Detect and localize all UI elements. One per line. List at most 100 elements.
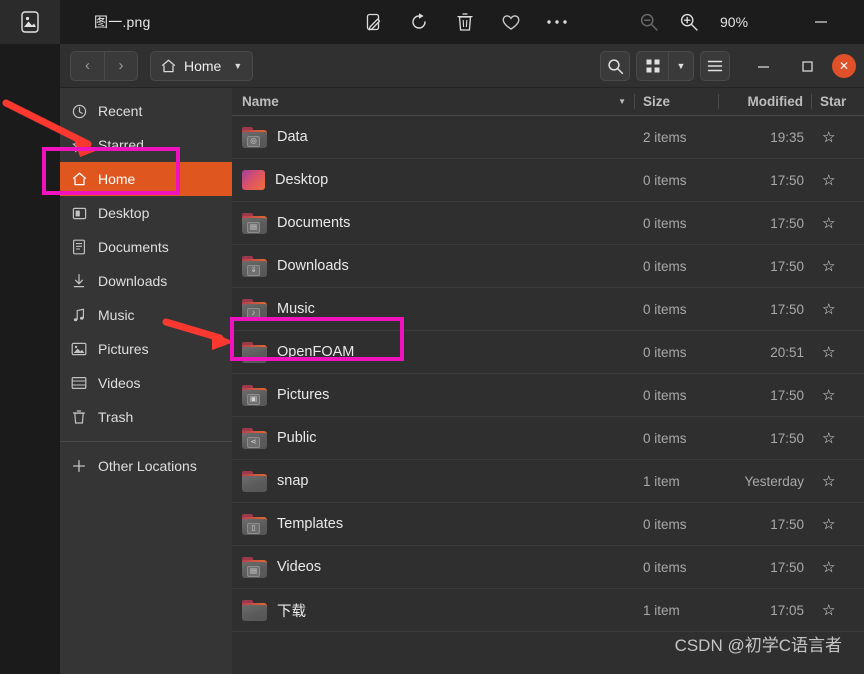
- file-name-label: snap: [277, 473, 308, 489]
- zoom-out-icon[interactable]: [636, 9, 662, 35]
- table-row[interactable]: ▣Pictures0 items17:50☆: [232, 374, 864, 417]
- table-row[interactable]: ◎Data2 items19:35☆: [232, 116, 864, 159]
- home-icon: [161, 59, 176, 73]
- grid-view-icon: [646, 59, 660, 73]
- file-size-cell: 0 items: [635, 173, 719, 188]
- sidebar-item-downloads[interactable]: Downloads: [60, 264, 232, 298]
- sidebar-item-trash[interactable]: Trash: [60, 400, 232, 434]
- column-header-modified[interactable]: Modified: [719, 94, 812, 109]
- file-name-label: 下载: [277, 600, 306, 621]
- file-star-toggle[interactable]: ☆: [812, 214, 864, 232]
- search-button[interactable]: [600, 51, 630, 81]
- image-viewer-title: 图一.png: [94, 12, 150, 32]
- sidebar-item-recent[interactable]: Recent: [60, 94, 232, 128]
- folder-documents-icon: ▤: [242, 213, 267, 234]
- image-viewer-icon: [20, 11, 40, 33]
- file-size-cell: 0 items: [635, 560, 719, 575]
- file-star-toggle[interactable]: ☆: [812, 171, 864, 189]
- headerbar-right-controls: ▼ ✕: [600, 44, 856, 88]
- file-star-toggle[interactable]: ☆: [812, 257, 864, 275]
- back-button[interactable]: ‹: [70, 51, 104, 81]
- fm-minimize-button[interactable]: [750, 53, 776, 79]
- fm-close-button[interactable]: ✕: [832, 54, 856, 78]
- sidebar-item-other-locations[interactable]: Other Locations: [60, 449, 232, 483]
- file-star-toggle[interactable]: ☆: [812, 558, 864, 576]
- table-row[interactable]: ⇓Downloads0 items17:50☆: [232, 245, 864, 288]
- file-star-toggle[interactable]: ☆: [812, 128, 864, 146]
- table-row[interactable]: OpenFOAM0 items20:51☆: [232, 331, 864, 374]
- column-header-name[interactable]: Name ▼: [232, 94, 635, 109]
- sidebar-item-label: Other Locations: [98, 458, 197, 474]
- file-modified-cell: 17:50: [719, 216, 812, 231]
- folder-music-icon: ♪: [242, 299, 267, 320]
- table-row[interactable]: ♪Music0 items17:50☆: [232, 288, 864, 331]
- forward-button[interactable]: ›: [104, 51, 138, 81]
- table-row[interactable]: ▤Documents0 items17:50☆: [232, 202, 864, 245]
- sort-descending-icon: ▼: [618, 97, 626, 106]
- file-modified-cell: 20:51: [719, 345, 812, 360]
- file-star-toggle[interactable]: ☆: [812, 472, 864, 490]
- sidebar-item-videos[interactable]: Videos: [60, 366, 232, 400]
- watermark-text: CSDN @初学C语言者: [675, 631, 842, 656]
- file-name-cell: ♪Music: [232, 299, 635, 320]
- table-row[interactable]: ▤Videos0 items17:50☆: [232, 546, 864, 589]
- file-name-cell: ▤Videos: [232, 557, 635, 578]
- column-header-size[interactable]: Size: [635, 94, 719, 109]
- sidebar-item-desktop[interactable]: Desktop: [60, 196, 232, 230]
- file-star-toggle[interactable]: ☆: [812, 429, 864, 447]
- music-icon: [70, 308, 88, 323]
- file-modified-cell: 17:50: [719, 173, 812, 188]
- search-icon: [607, 58, 624, 75]
- fm-maximize-button[interactable]: [794, 53, 820, 79]
- file-manager-headerbar: ‹ › Home ▼: [60, 44, 864, 88]
- grid-view-button[interactable]: [636, 51, 668, 81]
- file-name-cell: Desktop: [232, 170, 635, 190]
- table-row[interactable]: ⋖Public0 items17:50☆: [232, 417, 864, 460]
- sidebar-item-starred[interactable]: Starred: [60, 128, 232, 162]
- favorite-heart-icon[interactable]: [498, 9, 524, 35]
- table-row[interactable]: 下载1 item17:05☆: [232, 589, 864, 632]
- viewer-minimize-button[interactable]: [806, 7, 836, 37]
- file-name-cell: ◎Data: [232, 127, 635, 148]
- file-name-label: Documents: [277, 215, 350, 231]
- file-modified-cell: Yesterday: [719, 474, 812, 489]
- sidebar-item-home[interactable]: Home: [60, 162, 232, 196]
- file-rows: ◎Data2 items19:35☆Desktop0 items17:50☆▤D…: [232, 116, 864, 632]
- file-star-toggle[interactable]: ☆: [812, 300, 864, 318]
- view-options-caret-button[interactable]: ▼: [668, 51, 694, 81]
- file-name-cell: ▤ Documents: [232, 213, 635, 234]
- file-name-cell: snap: [232, 471, 635, 492]
- folder-plain-icon: [242, 600, 267, 621]
- rotate-icon[interactable]: [406, 9, 432, 35]
- table-row[interactable]: ▯Templates0 items17:50☆: [232, 503, 864, 546]
- file-star-toggle[interactable]: ☆: [812, 343, 864, 361]
- more-options-icon[interactable]: [544, 9, 570, 35]
- file-size-cell: 1 item: [635, 474, 719, 489]
- pathbar-home[interactable]: Home ▼: [150, 51, 253, 81]
- image-viewer-actions: [360, 0, 570, 44]
- file-star-toggle[interactable]: ☆: [812, 386, 864, 404]
- column-header-star[interactable]: Star: [812, 94, 864, 109]
- file-size-cell: 1 item: [635, 603, 719, 618]
- sidebar: Recent Starred: [60, 88, 232, 674]
- file-name-cell: OpenFOAM: [232, 342, 635, 363]
- main-menu-button[interactable]: [700, 51, 730, 81]
- file-name-cell: ▯Templates: [232, 514, 635, 535]
- hamburger-menu-icon: [707, 59, 723, 73]
- image-viewer-zoom-group: 90%: [636, 0, 864, 44]
- table-row[interactable]: snap 1 itemYesterday☆: [232, 460, 864, 503]
- sidebar-item-pictures[interactable]: Pictures: [60, 332, 232, 366]
- folder-pictures-icon: ▣: [242, 385, 267, 406]
- file-name-label: Public: [277, 430, 317, 446]
- file-star-toggle[interactable]: ☆: [812, 515, 864, 533]
- file-star-toggle[interactable]: ☆: [812, 601, 864, 619]
- trash-icon[interactable]: [452, 9, 478, 35]
- table-row[interactable]: Desktop 0 items17:50☆: [232, 159, 864, 202]
- sidebar-item-music[interactable]: Music: [60, 298, 232, 332]
- zoom-in-icon[interactable]: [676, 9, 702, 35]
- file-name-label: Desktop: [275, 172, 328, 188]
- sidebar-item-label: Starred: [98, 137, 144, 153]
- sidebar-item-documents[interactable]: Documents: [60, 230, 232, 264]
- edit-image-icon[interactable]: [360, 9, 386, 35]
- column-header-name-label: Name: [242, 94, 279, 109]
